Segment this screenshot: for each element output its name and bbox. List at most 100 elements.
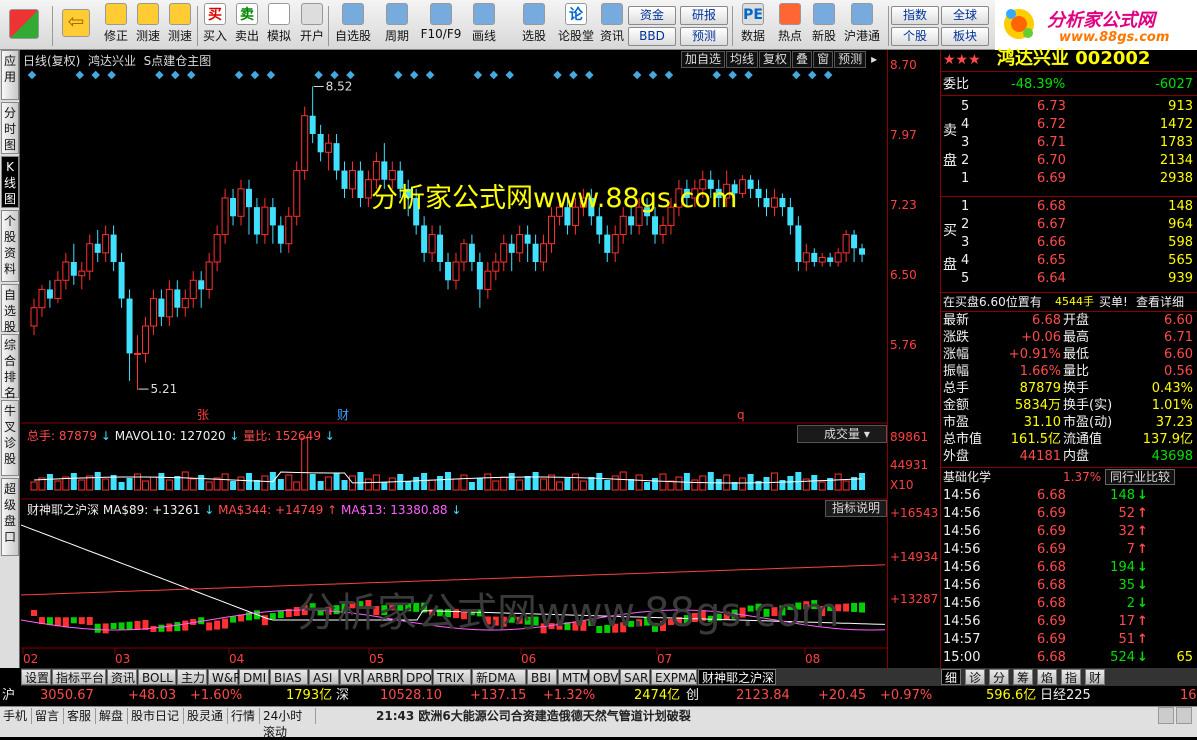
stock-button[interactable]: 个股: [891, 27, 939, 46]
status-button-2[interactable]: 客服: [64, 708, 96, 724]
indicator-tab-18[interactable]: EXPMA: [651, 669, 697, 685]
industry-compare-button[interactable]: 同行业比较: [1104, 469, 1175, 485]
left-tab-2[interactable]: K线图: [1, 156, 19, 208]
panel-tab-5[interactable]: 指: [1061, 669, 1082, 685]
research-button[interactable]: 研报: [680, 6, 728, 25]
select-stock-button[interactable]: 选股: [514, 3, 554, 48]
left-tab-6[interactable]: 牛叉诊股: [1, 400, 19, 476]
indicator-tab-11[interactable]: DPO: [402, 669, 432, 685]
indicator-tab-17[interactable]: SAR: [620, 669, 650, 685]
chart-btn-0[interactable]: 加自选: [681, 51, 726, 68]
status-button-4[interactable]: 股市日记: [128, 708, 184, 724]
panel-tab-2[interactable]: 分: [989, 669, 1010, 685]
left-tab-0[interactable]: 应用: [1, 50, 19, 100]
cycle-button[interactable]: 周期: [378, 3, 416, 48]
bbd-button[interactable]: BBD: [628, 27, 676, 46]
sell-level-2[interactable]: 2 6.70 2134: [941, 152, 1197, 170]
new-stock-button[interactable]: 新股: [808, 3, 840, 48]
global-button[interactable]: 全球: [941, 6, 989, 25]
hk-connect-button[interactable]: 沪港通: [842, 3, 882, 48]
chart-btn-5[interactable]: 预测: [834, 51, 867, 68]
indicator-tab-7[interactable]: BIAS: [270, 669, 308, 685]
news-ticker[interactable]: 21:43 欧洲6大能源公司合资建造俄德天然气管道计划破裂: [376, 708, 691, 724]
sector-button[interactable]: 板块: [941, 27, 989, 46]
left-tab-5[interactable]: 综合排名: [1, 334, 19, 400]
arrow-updown-button[interactable]: 修正: [100, 3, 132, 48]
panel-tab-3[interactable]: 筹: [1013, 669, 1034, 685]
indicator-tab-3[interactable]: BOLL: [138, 669, 176, 685]
panel-tab-0[interactable]: 细: [941, 669, 962, 685]
chart-btn-2[interactable]: 复权: [759, 51, 792, 68]
news-button[interactable]: 资讯: [596, 3, 628, 48]
buy-button[interactable]: 买买入: [200, 3, 230, 48]
hammer-button[interactable]: 模拟: [264, 3, 294, 48]
left-tab-3[interactable]: 个股资料: [1, 210, 19, 282]
sell-price: 6.72: [1037, 117, 1066, 132]
left-tab-4[interactable]: 自选股: [1, 284, 19, 334]
indicator-tab-14[interactable]: BBI: [527, 669, 557, 685]
indicator-help-button[interactable]: 指标说明: [825, 500, 887, 517]
panel-tab-1[interactable]: 诊: [965, 669, 986, 685]
toolbar-home-logo-button[interactable]: [2, 3, 46, 48]
chart-menu-icon[interactable]: ▸: [867, 52, 881, 66]
speed-button[interactable]: 测速: [132, 3, 164, 48]
indicator-tab-13[interactable]: 新DMA: [472, 669, 526, 685]
status-button-0[interactable]: 手机: [0, 708, 32, 724]
status-button-6[interactable]: 行情: [228, 708, 260, 724]
lock-button[interactable]: 开户: [296, 3, 328, 48]
indicator-tab-19[interactable]: 财神耶之沪深: [698, 669, 776, 685]
clock-button[interactable]: 测速: [164, 3, 196, 48]
buy-level-1[interactable]: 1 6.68 148: [941, 198, 1197, 216]
status-button-3[interactable]: 解盘: [96, 708, 128, 724]
indicator-tab-0[interactable]: 设置: [21, 669, 51, 685]
arrow-up-icon: ↑: [1137, 506, 1148, 521]
f10-button[interactable]: F10/F9: [420, 3, 462, 48]
indicator-tab-9[interactable]: VR: [340, 669, 362, 685]
tick-volume: 194: [1110, 560, 1135, 575]
sell-level-5[interactable]: 5 6.73 913: [941, 98, 1197, 116]
chart-btn-4[interactable]: 窗: [813, 51, 834, 68]
index-button[interactable]: 指数: [891, 6, 939, 25]
scroll-left-icon[interactable]: ◀: [1158, 707, 1174, 724]
chart-btn-1[interactable]: 均线: [726, 51, 759, 68]
sell-level-4[interactable]: 4 6.72 1472: [941, 116, 1197, 134]
status-button-7[interactable]: 24小时滚动: [260, 708, 316, 739]
toolbar-back-arrow-button[interactable]: ⇦: [58, 3, 94, 48]
indicator-tab-8[interactable]: ASI: [309, 669, 339, 685]
discuss-button[interactable]: 论论股堂: [556, 3, 596, 48]
hot-button[interactable]: 热点: [774, 3, 806, 48]
buy-level-5[interactable]: 5 6.64 939: [941, 270, 1197, 288]
sell-level-1[interactable]: 1 6.69 2938: [941, 170, 1197, 188]
indicator-tab-6[interactable]: DMI: [239, 669, 269, 685]
indicator-tab-15[interactable]: MTM: [558, 669, 590, 685]
indicator-tab-2[interactable]: 资讯: [107, 669, 137, 685]
star-button[interactable]: 自选股: [332, 3, 374, 48]
left-tab-7[interactable]: 超级盘口: [1, 478, 19, 556]
indicator-tab-4[interactable]: 主力: [177, 669, 207, 685]
forecast-button[interactable]: 预测: [680, 27, 728, 46]
panel-tab-4[interactable]: 焰: [1037, 669, 1058, 685]
buy-level-2[interactable]: 2 6.67 964: [941, 216, 1197, 234]
sell-button[interactable]: 卖卖出: [232, 3, 262, 48]
buy-level-3[interactable]: 3 6.66 598: [941, 234, 1197, 252]
fund-button[interactable]: 资金: [628, 6, 676, 25]
status-button-1[interactable]: 留言: [32, 708, 64, 724]
pe-button[interactable]: PE 数据: [736, 3, 770, 48]
status-button-5[interactable]: 股灵通: [184, 708, 228, 724]
chart-btn-3[interactable]: 叠: [792, 51, 813, 68]
buy-level-4[interactable]: 4 6.65 565: [941, 252, 1197, 270]
order-notice[interactable]: 在买盘6.60位置有 4544手 买单! 查看详细: [941, 293, 1197, 311]
sell-level-3[interactable]: 3 6.71 1783: [941, 134, 1197, 152]
indicator-tab-10[interactable]: ARBR: [363, 669, 401, 685]
indicator-tab-12[interactable]: TRIX: [433, 669, 471, 685]
indicator-tab-1[interactable]: 指标平台: [52, 669, 106, 685]
panel-tab-6[interactable]: 财: [1085, 669, 1106, 685]
volume-select[interactable]: 成交量 ▾: [797, 425, 887, 443]
scroll-right-icon[interactable]: ▶: [1176, 707, 1192, 724]
pencil-button[interactable]: 画线: [464, 3, 504, 48]
left-tab-1[interactable]: 分时图: [1, 102, 19, 154]
indicator-tab-16[interactable]: OBV: [589, 669, 619, 685]
candle-body: [596, 216, 603, 235]
indicator-tab-5[interactable]: W&R: [208, 669, 242, 685]
kline-chart-area[interactable]: 8.52 5.21 张 财 q 02 03 04 05 06 07 08 日线(复权) 鸿达兴业 S点…: [20, 50, 887, 668]
